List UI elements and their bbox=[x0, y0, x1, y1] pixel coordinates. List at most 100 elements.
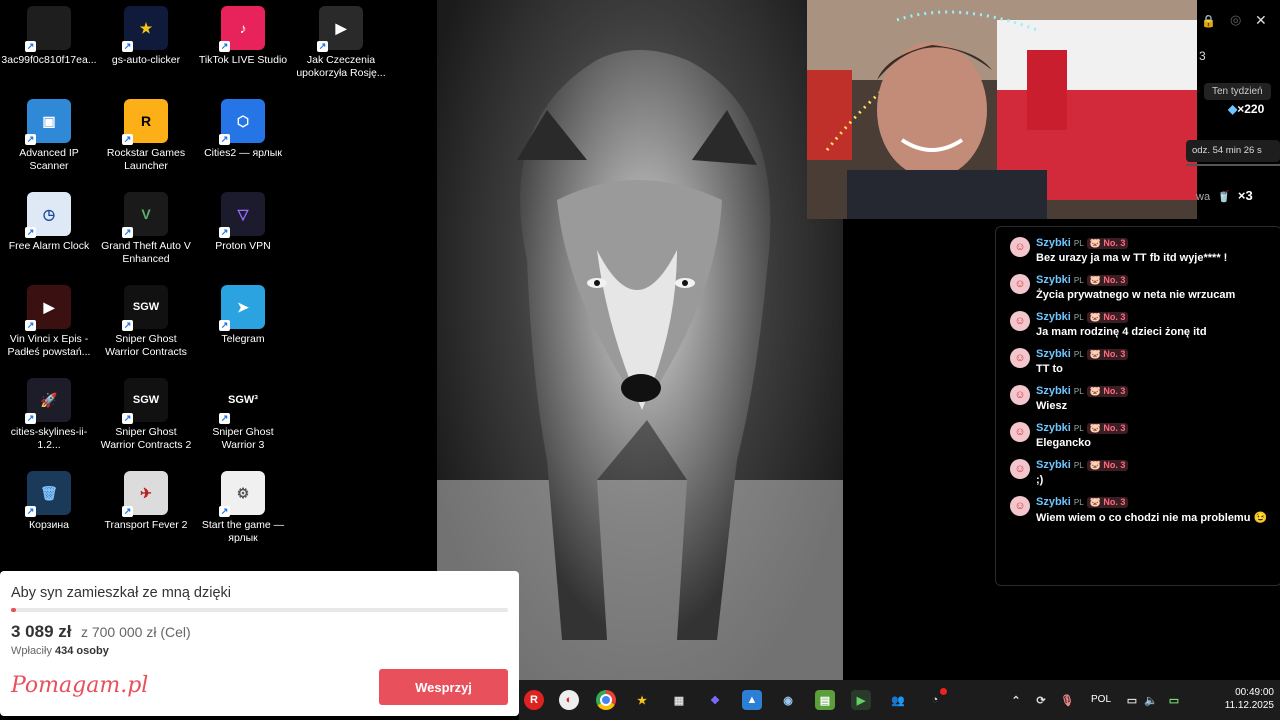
chevron-up-icon[interactable]: ⌃ bbox=[1006, 690, 1026, 710]
notification-dot-icon bbox=[940, 688, 947, 695]
avatar[interactable]: ☺ bbox=[1010, 274, 1030, 294]
diamond-value: ×220 bbox=[1237, 102, 1265, 116]
apps-taskbar-icon[interactable]: ❖ bbox=[705, 690, 725, 710]
obs-taskbar-icon[interactable]: ◔ bbox=[925, 688, 947, 710]
desktop-icon[interactable]: ▣ ↗ Advanced IP Scanner bbox=[1, 99, 97, 173]
teams-taskbar-icon[interactable]: 👥 bbox=[888, 690, 908, 710]
desktop-icon[interactable]: ♪ ↗ TikTok LIVE Studio bbox=[195, 6, 291, 67]
chat-message-body: Szybki PL 🐷 No. 3 Elegancko bbox=[1036, 422, 1129, 449]
shortcut-arrow-icon: ↗ bbox=[219, 320, 230, 331]
timer-text: odz. 54 min 26 s bbox=[1192, 145, 1262, 156]
desktop-icon-label: Rockstar Games Launcher bbox=[106, 147, 186, 172]
avatar[interactable]: ☺ bbox=[1010, 385, 1030, 405]
desktop-icon[interactable]: ⬡ ↗ Cities2 — ярлык bbox=[195, 99, 291, 160]
desktop-icon-label: Sniper Ghost Warrior Contracts bbox=[105, 333, 187, 358]
badge-icon: 🐷 bbox=[1089, 423, 1104, 433]
battery-icon[interactable]: ▭ bbox=[1164, 690, 1184, 710]
chat-message: ☺ Szybki PL 🐷 No. 3;) bbox=[1010, 459, 1280, 486]
rockstar-taskbar-icon[interactable]: R bbox=[524, 690, 544, 710]
desktop-icon[interactable]: SGW³ ↗ Sniper Ghost Warrior 3 bbox=[195, 378, 291, 452]
support-button[interactable]: Wesprzyj bbox=[379, 669, 508, 705]
avatar[interactable]: ☺ bbox=[1010, 422, 1030, 442]
chat-username[interactable]: Szybki bbox=[1036, 237, 1071, 249]
badge-icon: 🐷 bbox=[1089, 460, 1104, 470]
clock[interactable]: 00:49:00 11.12.2025 bbox=[1194, 686, 1274, 712]
desktop-icon[interactable]: 🚀 ↗ cities-skylines-ii-1.2... bbox=[1, 378, 97, 452]
overlay-close-icon[interactable]: ✕ bbox=[1255, 12, 1267, 29]
week-filter-button[interactable]: Ten tydzień bbox=[1204, 83, 1271, 100]
chrome-taskbar-icon[interactable] bbox=[596, 690, 616, 710]
app-icon: 🗑 ↗ bbox=[25, 471, 71, 517]
desktop-icon[interactable]: SGW ↗ Sniper Ghost Warrior Contracts 2 bbox=[98, 378, 194, 452]
chat-username[interactable]: Szybki bbox=[1036, 311, 1071, 323]
microphone-icon[interactable]: 🎙 bbox=[1057, 690, 1077, 710]
desktop-icon[interactable]: ↗ 3ac99f0c810f17ea... bbox=[1, 6, 97, 67]
game-taskbar-icon[interactable]: ▤ bbox=[815, 690, 835, 710]
desktop-icon-label: cities-skylines-ii-1.2... bbox=[10, 426, 88, 451]
chat-rank-badge: 🐷 No. 3 bbox=[1086, 386, 1129, 397]
photos-taskbar-icon[interactable]: ▲ bbox=[742, 690, 762, 710]
avatar[interactable]: ☺ bbox=[1010, 311, 1030, 331]
app-icon: ✈ ↗ bbox=[122, 471, 168, 517]
desktop-icon[interactable]: ★ ↗ gs-auto-clicker bbox=[98, 6, 194, 67]
app-taskbar-icon[interactable]: ◐ bbox=[559, 690, 579, 710]
desktop-icon[interactable]: SGW ↗ Sniper Ghost Warrior Contracts bbox=[98, 285, 194, 359]
badge-text: No. 3 bbox=[1103, 386, 1126, 396]
display-icon[interactable]: ▭ bbox=[1122, 690, 1142, 710]
chat-username[interactable]: Szybki bbox=[1036, 274, 1071, 286]
avatar[interactable]: ☺ bbox=[1010, 348, 1030, 368]
badge-icon: 🐷 bbox=[1089, 349, 1104, 359]
sync-icon[interactable]: ⟳ bbox=[1031, 690, 1051, 710]
overlay-settings-icon[interactable]: ◎ bbox=[1230, 12, 1241, 28]
chat-message: ☺ Szybki PL 🐷 No. 3 Ja mam rodzinę 4 dzieci … bbox=[1010, 311, 1280, 338]
desktop-icon[interactable]: V ↗ Grand Theft Auto V Enhanced bbox=[98, 192, 194, 266]
desktop-icon-label: Cities2 — ярлык bbox=[204, 147, 282, 159]
desktop-icon[interactable]: ▶ ↗ Vin Vinci x Epis - Padłeś powstań... bbox=[1, 285, 97, 359]
chat-text: Ja mam rodzinę 4 dzieci żonę itd bbox=[1036, 326, 1207, 338]
chat-username[interactable]: Szybki bbox=[1036, 422, 1071, 434]
desktop-icon-label: Proton VPN bbox=[215, 240, 271, 252]
shortcut-arrow-icon: ↗ bbox=[122, 506, 133, 517]
avatar[interactable]: ☺ bbox=[1010, 459, 1030, 479]
package-taskbar-icon[interactable]: ▦ bbox=[669, 690, 689, 710]
desktop-icon[interactable]: ◷ ↗ Free Alarm Clock bbox=[1, 192, 97, 253]
volume-icon[interactable]: 🔈 bbox=[1141, 690, 1161, 710]
avatar[interactable]: ☺ bbox=[1010, 237, 1030, 257]
desktop-icon-label: Sniper Ghost Warrior 3 bbox=[212, 426, 274, 451]
chat-username[interactable]: Szybki bbox=[1036, 385, 1071, 397]
media-taskbar-icon[interactable]: ▶ bbox=[851, 690, 871, 710]
desktop-icon[interactable]: ▶ ↗ Jak Czeczenia upokorzyła Rosję... bbox=[293, 6, 389, 80]
chat-username[interactable]: Szybki bbox=[1036, 459, 1071, 471]
app-icon: SGW³ ↗ bbox=[219, 378, 265, 424]
app-icon: SGW ↗ bbox=[122, 285, 168, 331]
desktop-icon-label: Free Alarm Clock bbox=[8, 240, 90, 252]
diamond-icon: ◆ bbox=[1228, 102, 1238, 116]
language-indicator[interactable]: POL bbox=[1091, 694, 1111, 705]
chat-country-flag: PL bbox=[1073, 276, 1084, 285]
timer-progress bbox=[1186, 164, 1280, 166]
chat-username[interactable]: Szybki bbox=[1036, 496, 1071, 508]
desktop-icon[interactable]: ⚙ ↗ Start the game — ярлык bbox=[195, 471, 291, 545]
overlay-lock-icon[interactable]: 🔒 bbox=[1201, 14, 1216, 28]
badge-text: No. 3 bbox=[1103, 423, 1126, 433]
star-taskbar-icon[interactable]: ★ bbox=[632, 690, 652, 710]
avatar[interactable]: ☺ bbox=[1010, 496, 1030, 516]
badge-icon: 🐷 bbox=[1089, 238, 1104, 248]
desktop-icon[interactable]: ▽ ↗ Proton VPN bbox=[195, 192, 291, 253]
shortcut-arrow-icon: ↗ bbox=[219, 227, 230, 238]
badge-icon: 🐷 bbox=[1089, 312, 1104, 322]
donors-count: 434 osoby bbox=[55, 645, 109, 657]
chat-message: ☺ Szybki PL 🐷 No. 3 Bez urazy ja ma w TT fb … bbox=[1010, 237, 1280, 264]
chat-username[interactable]: Szybki bbox=[1036, 348, 1071, 360]
clock-time: 00:49:00 bbox=[1235, 687, 1274, 698]
desktop-icon[interactable]: 🗑 ↗ Корзина bbox=[1, 471, 97, 532]
app-icon: ▶ ↗ bbox=[25, 285, 71, 331]
chat-message-body: Szybki PL 🐷 No. 3 Ja mam rodzinę 4 dzieci ż… bbox=[1036, 311, 1207, 338]
desktop-icon[interactable]: ✈ ↗ Transport Fever 2 bbox=[98, 471, 194, 532]
desktop-icon[interactable]: ➤ ↗ Telegram bbox=[195, 285, 291, 346]
desktop-icon-label: TikTok LIVE Studio bbox=[198, 54, 288, 66]
pomagam-logo[interactable]: Pomagam.pl bbox=[11, 673, 148, 698]
desktop-icon[interactable]: R ↗ Rockstar Games Launcher bbox=[98, 99, 194, 173]
chat-country-flag: PL bbox=[1073, 387, 1084, 396]
steam-taskbar-icon[interactable]: ◉ bbox=[778, 690, 798, 710]
